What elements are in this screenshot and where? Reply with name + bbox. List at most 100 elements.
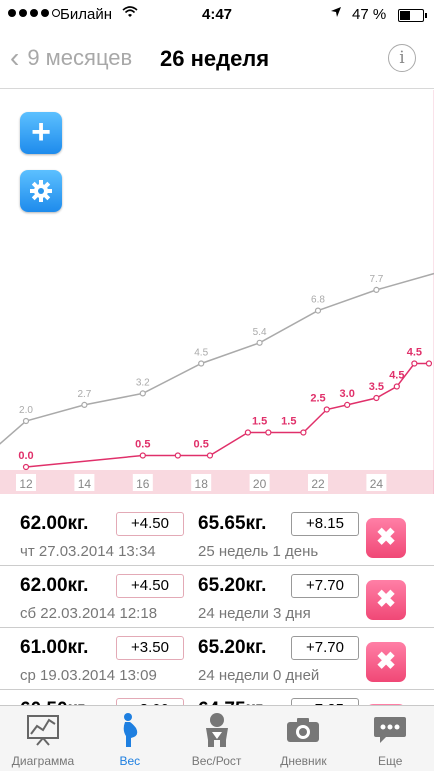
entry-date: чт 27.03.2014 13:34 — [20, 543, 156, 560]
baby-icon — [174, 712, 260, 748]
data-label: 7.7 — [369, 274, 383, 285]
series-line-1 — [25, 362, 429, 468]
target-diff-badge: +7.25 — [291, 698, 359, 705]
x-tick-label: 20 — [253, 477, 267, 491]
tab-baby[interactable]: Вес/Рост — [174, 706, 260, 771]
data-point — [22, 417, 30, 425]
data-point — [139, 452, 146, 459]
target-diff-badge: +7.70 — [291, 636, 359, 660]
data-point — [81, 401, 88, 408]
weight-list: 62.00кг. +4.50 65.65кг. +8.15 чт 27.03.2014 … — [0, 503, 434, 705]
data-label: 5.4 — [253, 327, 267, 338]
tab-label: Еще — [377, 754, 403, 768]
data-label: 3.5 — [369, 381, 384, 393]
pregnant-icon — [87, 712, 173, 748]
x-tick-label: 14 — [78, 477, 92, 491]
entry-week: 24 недели 0 дней — [198, 667, 320, 684]
entry-date: сб 22.03.2014 12:18 — [20, 605, 158, 622]
chevron-left-icon: ‹ — [10, 42, 20, 73]
battery-icon — [398, 9, 427, 22]
battery-fill — [400, 11, 411, 20]
battery-percent: 47 % — [352, 6, 387, 23]
tab-label: Диаграмма — [11, 754, 75, 768]
delete-button[interactable]: ✖ — [366, 642, 406, 682]
data-point — [22, 463, 30, 471]
data-label: 6.8 — [311, 295, 325, 306]
delete-button[interactable]: ✖ — [366, 518, 406, 558]
tab-label: Вес/Рост — [191, 754, 242, 768]
chart-icon — [0, 712, 86, 748]
entry-week: 25 недель 1 день — [198, 543, 319, 560]
tab-camera[interactable]: Дневник — [260, 706, 346, 771]
info-button[interactable]: i — [388, 44, 416, 72]
tab-more[interactable]: Еще — [347, 706, 433, 771]
data-point — [198, 360, 205, 367]
list-item[interactable]: 61.00кг. +3.50 65.20кг. +7.70 ср 19.03.2014 … — [0, 627, 434, 690]
weight-diff-badge: +3.50 — [116, 636, 184, 660]
data-label: 0.0 — [18, 450, 33, 462]
data-point — [256, 339, 263, 346]
data-point — [373, 286, 380, 293]
series-line-0 — [0, 272, 434, 445]
data-point — [425, 360, 433, 367]
tab-bar: Диаграмма Вес Вес/Рост Дневник Еще — [0, 705, 434, 771]
x-tick-label: 24 — [370, 477, 384, 491]
page-title: 26 неделя — [160, 46, 270, 71]
data-label: 4.5 — [194, 348, 208, 359]
data-label: 1.5 — [281, 416, 296, 428]
add-button[interactable]: + — [20, 112, 62, 154]
data-point — [411, 360, 418, 367]
x-tick-label: 18 — [195, 477, 209, 491]
more-icon — [347, 712, 433, 748]
gear-icon — [30, 180, 52, 202]
status-bar: Билайн 4:47 47 % — [0, 0, 434, 30]
data-point — [344, 401, 351, 408]
data-label: 2.7 — [77, 389, 91, 400]
list-item[interactable]: 62.00кг. +4.50 65.65кг. +8.15 чт 27.03.2014 … — [0, 503, 434, 566]
entry-week: 24 недели 3 дня — [198, 605, 311, 622]
data-point — [174, 452, 181, 459]
back-button[interactable]: ‹ 9 месяцев — [10, 44, 132, 72]
weight-value: 62.00кг. — [20, 513, 89, 534]
weight-diff-badge: +4.50 — [116, 512, 184, 536]
data-point — [373, 394, 380, 402]
target-diff-badge: +7.70 — [291, 574, 359, 598]
list-item[interactable]: 62.00кг. +4.50 65.20кг. +7.70 сб 22.03.2014 … — [0, 565, 434, 628]
list-item[interactable]: 60.50кг.+3.0064.75кг.+7.25✖ — [0, 689, 434, 705]
target-diff-badge: +8.15 — [291, 512, 359, 536]
nav-bar: ‹ 9 месяцев 26 неделя i — [0, 30, 434, 89]
back-label: 9 месяцев — [27, 45, 133, 70]
target-weight-value: 65.20кг. — [198, 637, 267, 658]
weight-diff-badge: +4.50 — [116, 574, 184, 598]
tab-pregnant[interactable]: Вес — [87, 706, 173, 771]
settings-button[interactable] — [20, 170, 62, 212]
data-point — [139, 390, 146, 397]
tab-label: Дневник — [280, 754, 327, 768]
data-point — [323, 406, 330, 413]
data-point — [265, 429, 272, 436]
target-weight-value: 65.20кг. — [198, 575, 267, 596]
data-label: 4.5 — [407, 347, 422, 359]
data-label: 0.5 — [135, 439, 150, 451]
weight-value: 62.00кг. — [20, 575, 89, 596]
data-label: 2.0 — [19, 405, 33, 416]
tab-label: Вес — [119, 754, 141, 768]
data-label: 3.2 — [136, 377, 150, 388]
x-tick-label: 22 — [311, 477, 325, 491]
location-arrow-icon — [330, 5, 342, 21]
data-label: 3.0 — [340, 388, 355, 400]
entry-date: ср 19.03.2014 13:09 — [20, 667, 157, 684]
weight-diff-badge: +3.00 — [116, 698, 184, 705]
x-tick-label: 12 — [19, 477, 33, 491]
data-point — [300, 429, 307, 436]
data-label: 1.5 — [252, 416, 267, 428]
delete-button[interactable]: ✖ — [366, 580, 406, 620]
target-weight-value: 65.65кг. — [198, 513, 267, 534]
data-point — [244, 429, 252, 436]
data-label: 4.5 — [389, 370, 404, 382]
tab-chart[interactable]: Диаграмма — [0, 706, 86, 771]
data-point — [393, 383, 400, 390]
data-point — [314, 307, 322, 314]
weight-chart[interactable]: 121416182022242.02.73.24.55.46.87.78.0.0… — [0, 90, 434, 500]
data-point — [206, 452, 214, 459]
